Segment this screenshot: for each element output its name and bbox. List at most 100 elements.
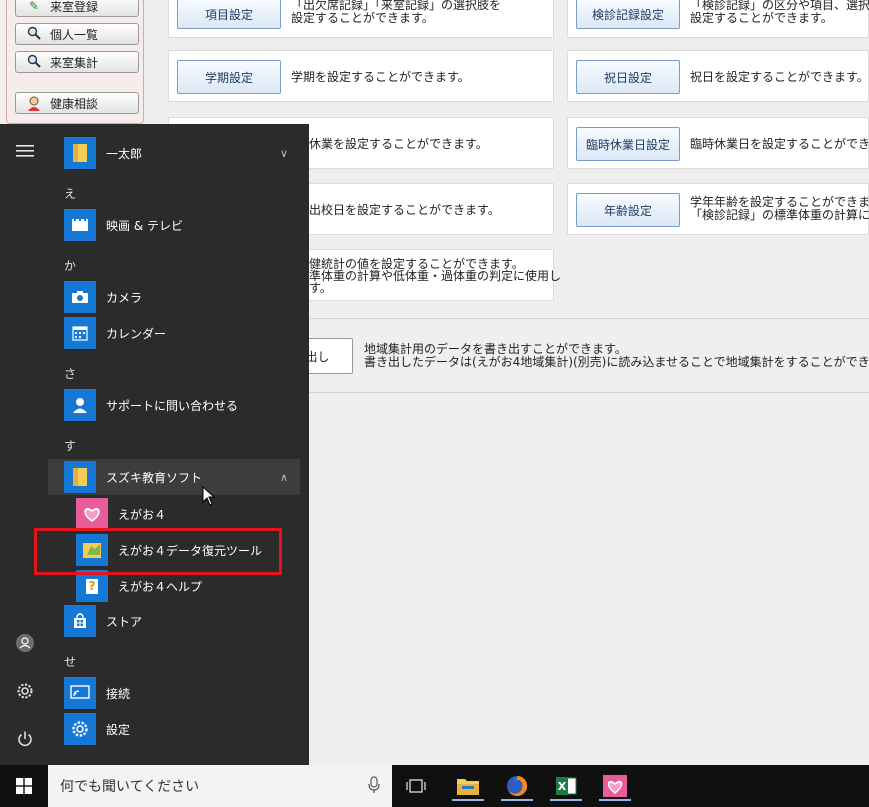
active-indicator — [452, 799, 484, 801]
calendar-icon — [64, 317, 96, 349]
start-item-egao4-help[interactable]: ? えがお４ヘルプ — [60, 568, 300, 604]
film-icon — [64, 209, 96, 241]
hamburger-menu-icon[interactable] — [14, 142, 36, 164]
start-item-ichitaro[interactable]: 一太郎 ∨ — [48, 135, 300, 171]
start-item-label: カメラ — [106, 290, 143, 305]
item-setting-card: 項目設定 「出欠席記録」「来室記録」の選択肢を 設定することができます。 — [168, 0, 554, 38]
start-item-label: 一太郎 — [106, 146, 143, 161]
svg-text:X: X — [558, 780, 567, 793]
active-indicator — [501, 799, 533, 801]
holiday-setting-button[interactable]: 祝日設定 — [576, 60, 680, 94]
visit-registration-button[interactable]: ✎ 来室登録 — [15, 0, 139, 17]
section-header-sa: さ — [64, 367, 77, 381]
school-day-setting-desc: 日出校日を設定することができます。 — [297, 203, 500, 217]
magnifier-icon — [26, 54, 42, 70]
start-item-label: 接続 — [106, 686, 131, 701]
power-icon[interactable] — [14, 730, 36, 752]
camera-icon — [64, 281, 96, 313]
age-setting-card: 年齢設定 学年年齢を設定することができます。 「検診記録」の標準体重の計算に利 — [567, 183, 869, 235]
section-header-ka: か — [64, 259, 77, 273]
chevron-down-icon[interactable]: ∨ — [280, 147, 288, 160]
start-menu-rail — [0, 124, 48, 765]
support-icon — [64, 389, 96, 421]
app-sidebar: ✎ 来室登録 個人一覧 来室集計 健康相談 — [6, 0, 144, 124]
connect-icon — [64, 677, 96, 709]
visit-registration-label: 来室登録 — [50, 0, 99, 14]
health-consult-label: 健康相談 — [50, 96, 99, 111]
age-setting-desc-2: 「検診記録」の標準体重の計算に利 — [690, 208, 869, 222]
active-indicator — [599, 799, 631, 801]
start-item-connect[interactable]: 接続 — [48, 675, 300, 711]
firefox-icon[interactable] — [497, 771, 537, 801]
start-item-camera[interactable]: カメラ — [48, 279, 300, 315]
individual-list-button[interactable]: 個人一覧 — [15, 23, 139, 45]
start-item-label: サポートに問い合わせる — [106, 398, 239, 413]
temp-closure-setting-card: 臨時休業日設定 臨時休業日を設定することができます。 — [567, 117, 869, 169]
item-setting-desc-2: 設定することができます。 — [291, 11, 434, 25]
visit-stats-button[interactable]: 来室集計 — [15, 51, 139, 73]
person-icon — [26, 95, 42, 111]
checkup-setting-desc-2: 設定することができます。 — [690, 11, 833, 25]
temp-closure-setting-button[interactable]: 臨時休業日設定 — [576, 127, 680, 161]
term-setting-card: 学期設定 学期を設定することができます。 — [168, 50, 554, 102]
section-header-e: え — [64, 187, 77, 201]
start-item-label: えがお４ — [118, 507, 167, 522]
start-item-label: ストア — [106, 614, 143, 629]
stats-setting-desc-2: 準体重の計算や低体重・過体重の判定に使用し — [309, 269, 562, 283]
start-item-label: 設定 — [106, 722, 131, 737]
holiday-setting-desc: 祝日を設定することができます。 — [690, 70, 869, 84]
start-item-settings[interactable]: 設定 — [48, 711, 300, 747]
user-account-icon[interactable] — [14, 633, 36, 655]
search-placeholder: 何でも聞いてください — [60, 779, 200, 795]
excel-icon[interactable]: X — [546, 771, 586, 801]
help-document-icon: ? — [76, 570, 108, 602]
file-explorer-icon[interactable] — [448, 771, 488, 801]
section-header-su: す — [64, 439, 77, 453]
egao-app-icon — [76, 498, 108, 530]
stats-setting-desc-3: す。 — [309, 281, 332, 295]
svg-text:?: ? — [89, 579, 96, 593]
pencil-icon: ✎ — [28, 0, 40, 13]
start-item-egao4[interactable]: えがお４ — [60, 496, 300, 532]
start-item-label: えがお４ヘルプ — [118, 579, 203, 594]
start-item-movies-tv[interactable]: 映画 & テレビ — [48, 207, 300, 243]
start-item-contact-support[interactable]: サポートに問い合わせる — [48, 387, 300, 423]
magnifier-icon — [26, 26, 42, 42]
item-setting-button[interactable]: 項目設定 — [177, 0, 281, 29]
taskbar-search-box[interactable]: 何でも聞いてください — [48, 765, 392, 807]
start-item-egao4-data-restore-tool[interactable]: えがお４データ復元ツール — [60, 532, 300, 568]
checkup-setting-card: 検診記録設定 「検診記録」の区分や項目、選択肢を 設定することができます。 — [567, 0, 869, 38]
microphone-icon[interactable] — [368, 776, 380, 794]
individual-list-label: 個人一覧 — [50, 27, 99, 42]
term-setting-desc: 学期を設定することができます。 — [291, 70, 470, 84]
chevron-up-icon[interactable]: ∧ — [280, 471, 288, 484]
visit-stats-label: 来室集計 — [50, 55, 99, 70]
start-item-label: スズキ教育ソフト — [106, 470, 203, 485]
start-item-calendar[interactable]: カレンダー — [48, 315, 300, 351]
closure-setting-desc: 期休業を設定することができます。 — [297, 137, 488, 151]
data-restore-tool-icon — [76, 534, 108, 566]
term-setting-button[interactable]: 学期設定 — [177, 60, 281, 94]
export-desc-2: 書き出したデータは(えがお4地域集計)(別売)に読み込ませることで地域集計をする… — [364, 355, 869, 369]
task-view-icon[interactable] — [396, 771, 436, 801]
start-item-store[interactable]: ストア — [48, 603, 300, 639]
start-item-label: 映画 & テレビ — [106, 218, 183, 233]
age-setting-button[interactable]: 年齢設定 — [576, 193, 680, 227]
taskbar: 何でも聞いてください X — [0, 765, 869, 807]
egao-taskbar-icon[interactable] — [595, 771, 635, 801]
settings-gear-icon[interactable] — [14, 682, 36, 704]
start-button[interactable] — [0, 765, 48, 807]
start-menu: 一太郎 ∨ え 映画 & テレビ か カメラ カレンダー さ サポートに問い合わ… — [0, 124, 309, 765]
temp-closure-setting-desc: 臨時休業日を設定することができます。 — [690, 137, 869, 151]
windows-logo-icon — [16, 778, 32, 794]
start-item-suzuki-folder[interactable]: スズキ教育ソフト ∧ — [48, 459, 300, 495]
start-item-label: えがお４データ復元ツール — [118, 543, 263, 558]
store-icon — [64, 605, 96, 637]
health-consult-button[interactable]: 健康相談 — [15, 92, 139, 114]
gear-icon — [64, 713, 96, 745]
checkup-setting-button[interactable]: 検診記録設定 — [576, 0, 680, 29]
folder-icon — [64, 461, 96, 493]
section-header-se: せ — [64, 655, 77, 669]
active-indicator — [550, 799, 582, 801]
start-item-label: カレンダー — [106, 326, 167, 341]
